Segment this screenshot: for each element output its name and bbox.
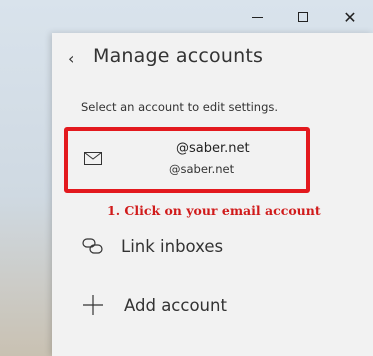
add-account-label: Add account bbox=[124, 295, 227, 315]
close-button[interactable]: ✕ bbox=[327, 0, 373, 34]
link-icon bbox=[81, 236, 105, 256]
maximize-button[interactable] bbox=[280, 0, 326, 34]
maximize-icon bbox=[298, 12, 308, 22]
back-icon: ‹ bbox=[68, 49, 75, 68]
minimize-button[interactable] bbox=[234, 0, 280, 34]
add-account-item[interactable]: Add account bbox=[81, 295, 227, 315]
title-bar: ✕ bbox=[0, 0, 373, 34]
account-name: @saber.net bbox=[176, 141, 250, 156]
link-inboxes-label: Link inboxes bbox=[121, 236, 224, 256]
plus-icon bbox=[81, 295, 105, 315]
back-button[interactable]: ‹ bbox=[68, 49, 82, 69]
panel-title: Manage accounts bbox=[93, 45, 264, 67]
panel-subtitle: Select an account to edit settings. bbox=[81, 100, 279, 114]
annotation-text: 1. Click on your email account bbox=[107, 203, 321, 218]
minimize-icon bbox=[251, 16, 263, 18]
link-inboxes-item[interactable]: Link inboxes bbox=[81, 236, 223, 256]
manage-accounts-panel: ‹ Manage accounts Select an account to e… bbox=[52, 33, 373, 356]
mail-icon bbox=[84, 150, 102, 169]
account-item[interactable]: @saber.net @saber.net bbox=[64, 127, 310, 193]
close-icon: ✕ bbox=[343, 7, 357, 27]
account-email: @saber.net bbox=[169, 162, 235, 176]
